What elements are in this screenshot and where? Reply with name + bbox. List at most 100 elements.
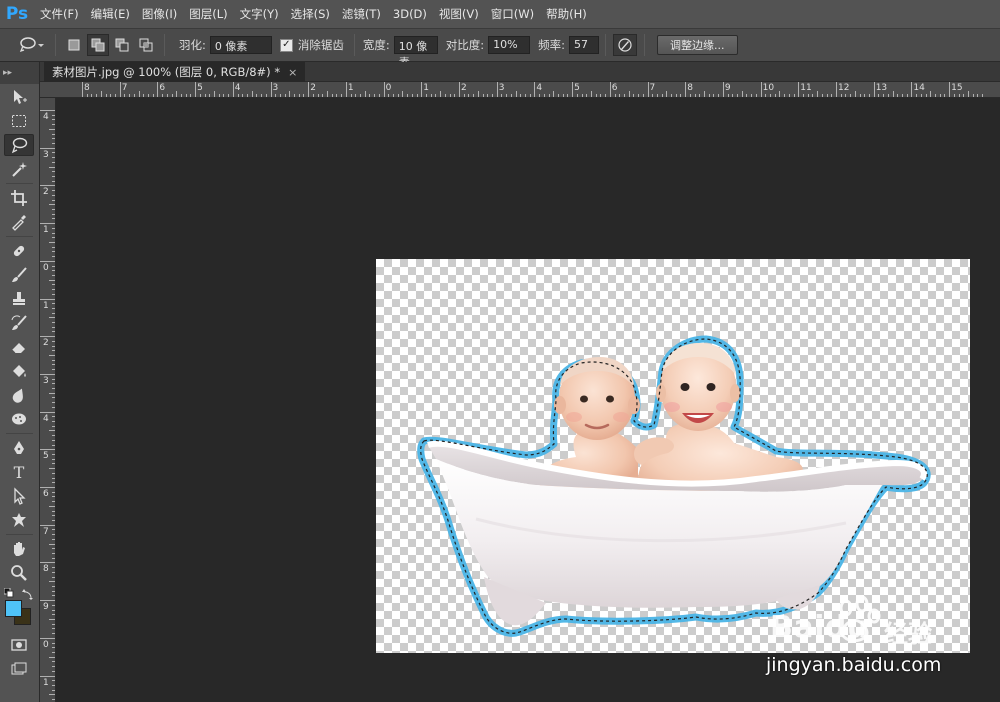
ruler-major-tick <box>40 449 55 451</box>
clone-stamp-tool[interactable] <box>4 288 34 310</box>
move-icon <box>14 90 27 104</box>
swap-colors-icon[interactable] <box>22 588 34 600</box>
tool-separator <box>6 433 33 434</box>
crop-tool[interactable] <box>4 187 34 209</box>
default-colors-icon[interactable] <box>4 588 14 598</box>
menu-filter[interactable]: 滤镜(T) <box>336 6 387 22</box>
ruler-minor-tick <box>967 91 969 97</box>
menu-view[interactable]: 视图(V) <box>433 6 485 22</box>
intersect-selection-button[interactable] <box>135 34 157 56</box>
paint-bucket-icon <box>13 365 26 377</box>
ruler-minor-tick <box>741 91 743 97</box>
marquee-tool[interactable] <box>4 110 34 132</box>
ruler-major-tick <box>760 82 762 97</box>
menu-edit[interactable]: 编辑(E) <box>85 6 136 22</box>
add-to-selection-icon <box>91 38 105 52</box>
ruler-minor-tick <box>49 543 55 545</box>
tool-separator <box>6 236 33 237</box>
magic-wand-icon <box>12 162 27 177</box>
contrast-input[interactable]: 10% <box>488 36 531 54</box>
type-tool[interactable]: T <box>4 461 34 483</box>
menu-image[interactable]: 图像(I) <box>136 6 183 22</box>
move-tool[interactable] <box>4 86 34 108</box>
ruler-major-tick <box>609 82 611 97</box>
ruler-major-tick <box>911 82 913 97</box>
eyedropper-tool[interactable] <box>4 211 34 233</box>
menu-layer[interactable]: 图层(L) <box>183 6 233 22</box>
ruler-major-tick <box>40 637 55 639</box>
width-input[interactable]: 10 像素 <box>393 36 438 69</box>
pen-pressure-button[interactable] <box>613 34 637 56</box>
refine-edge-button[interactable]: 调整边缘... <box>657 35 738 55</box>
baidu-jingyan-watermark: Baidu 经验 jingyan.baidu.com <box>766 590 966 680</box>
menu-help[interactable]: 帮助(H) <box>540 6 593 22</box>
ruler-minor-tick <box>49 279 55 281</box>
shape-tool[interactable] <box>4 509 34 531</box>
ruler-minor-tick <box>440 91 442 97</box>
brush-tool[interactable] <box>4 264 34 286</box>
feather-input[interactable]: 0 像素 <box>209 36 272 54</box>
ruler-major-tick <box>383 82 385 97</box>
path-selection-tool[interactable] <box>4 485 34 507</box>
pen-tool[interactable] <box>4 437 34 459</box>
menu-file[interactable]: 文件(F) <box>34 6 85 22</box>
panel-collapse-grip[interactable]: ▸▸ <box>0 62 39 84</box>
ruler-major-tick <box>157 82 159 97</box>
close-icon[interactable]: × <box>288 66 297 79</box>
vertical-ruler: 4 3 2 1 0 1 2 3 4 5 6 7 8 9 0 1 <box>40 98 56 702</box>
menu-select[interactable]: 选择(S) <box>285 6 336 22</box>
document-tab[interactable]: 素材图片.jpg @ 100% (图层 0, RGB/8#) * × <box>44 62 306 82</box>
history-brush-icon <box>11 315 27 330</box>
photoshop-logo: Ps <box>5 4 29 24</box>
ruler-major-tick <box>421 82 423 97</box>
ruler-minor-tick <box>138 91 140 97</box>
magic-wand-tool[interactable] <box>4 158 34 180</box>
foreground-color-swatch[interactable] <box>5 600 22 617</box>
ruler-h-label: 4 <box>234 83 241 93</box>
dodge-tool[interactable] <box>4 408 34 430</box>
ruler-minor-tick <box>49 656 55 658</box>
hand-tool[interactable] <box>4 538 34 560</box>
new-selection-button[interactable] <box>63 34 85 56</box>
ruler-minor-tick <box>817 91 819 97</box>
ruler-major-tick <box>195 82 197 97</box>
hand-icon <box>14 542 25 556</box>
baidu-logo-text: Baidu <box>770 610 869 645</box>
ruler-major-tick <box>40 562 55 564</box>
blur-tool[interactable] <box>4 384 34 406</box>
healing-brush-tool[interactable] <box>4 240 34 262</box>
ruler-h-label: 0 <box>385 83 392 93</box>
eyedropper-icon <box>12 215 26 231</box>
add-to-selection-button[interactable] <box>87 34 109 56</box>
ruler-minor-tick <box>854 91 856 97</box>
menu-window[interactable]: 窗口(W) <box>485 6 540 22</box>
screen-mode-button[interactable] <box>4 658 34 680</box>
antialias-checkbox[interactable]: ✓ <box>279 38 293 52</box>
ruler-h-label: 8 <box>84 83 90 93</box>
quick-mask-icon <box>11 639 27 651</box>
paint-bucket-tool[interactable] <box>4 360 34 382</box>
ruler-h-label: 6 <box>159 83 166 93</box>
ruler-h-label: 15 <box>951 83 963 93</box>
magnetic-lasso-icon <box>11 137 28 154</box>
frequency-input[interactable]: 57 <box>569 36 599 54</box>
ruler-minor-tick <box>477 91 479 97</box>
screen-mode-icon <box>11 662 27 675</box>
eraser-tool[interactable] <box>4 336 34 358</box>
ruler-minor-tick <box>49 241 55 243</box>
magnetic-lasso-tool[interactable] <box>4 134 34 156</box>
history-brush-tool[interactable] <box>4 312 34 334</box>
menu-3d[interactable]: 3D(D) <box>387 7 433 21</box>
menu-type[interactable]: 文字(Y) <box>234 6 285 22</box>
ruler-minor-tick <box>49 392 55 394</box>
ruler-minor-tick <box>49 694 55 696</box>
ruler-h-label: 2 <box>461 83 467 93</box>
quick-mask-button[interactable] <box>4 634 34 656</box>
ruler-h-label: 1 <box>423 83 430 93</box>
ruler-v-label: 6 <box>43 489 49 499</box>
zoom-tool[interactable] <box>4 562 34 584</box>
antialias-label: 消除锯齿 <box>297 38 344 52</box>
ruler-minor-tick <box>704 91 706 97</box>
subtract-from-selection-button[interactable] <box>111 34 133 56</box>
tool-preset-picker[interactable] <box>14 34 48 56</box>
